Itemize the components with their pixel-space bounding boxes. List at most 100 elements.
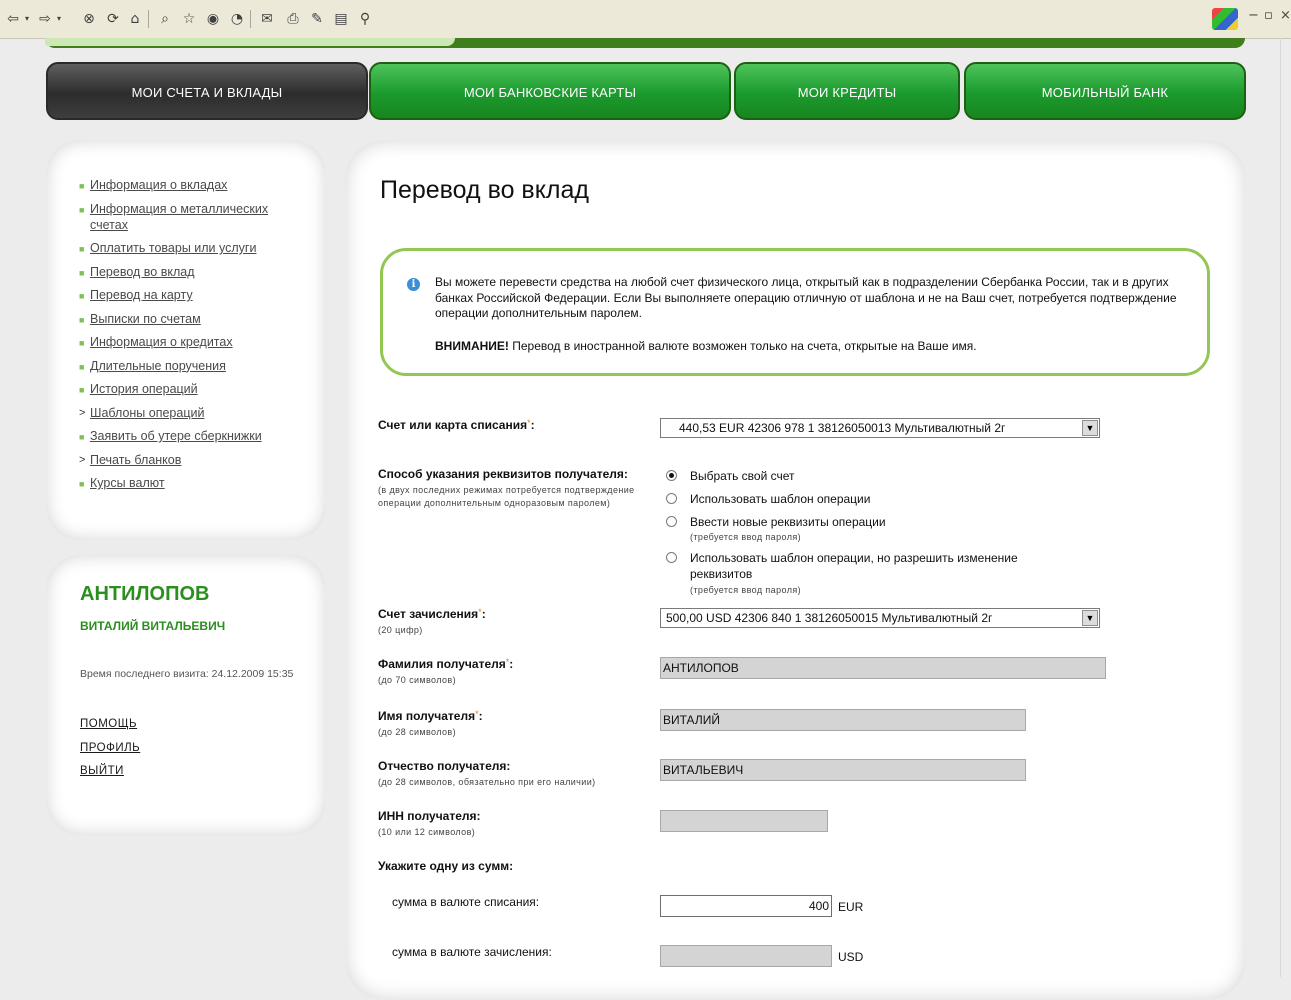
credit-account-select[interactable]: 500,00 USD 42306 840 1 38126050015 Мульт… <box>660 608 1100 628</box>
radio-hint: (требуется ввод пароля) <box>690 532 802 542</box>
windows-logo-icon <box>1212 8 1238 30</box>
sidebar-link[interactable]: Перевод на карту <box>90 288 193 302</box>
last-visit-time: Время последнего визита: 24.12.2009 15:3… <box>80 668 294 680</box>
sidebar-item-pay-goods[interactable]: ■ Оплатить товары или услуги <box>79 240 304 256</box>
recipient-name-hint: (до 28 символов) <box>378 727 457 737</box>
recipient-inn-label: ИНН получателя: <box>378 809 481 823</box>
credit-account-hint: (20 цифр) <box>378 625 423 635</box>
sidebar-item-statements[interactable]: ■ Выписки по счетам <box>79 311 304 327</box>
print-icon[interactable]: ⎙ <box>284 10 302 28</box>
radio-hint: (требуется ввод пароля) <box>690 585 802 595</box>
info-notice: i Вы можете перевести средства на любой … <box>380 248 1210 376</box>
research-icon[interactable]: ⚲ <box>356 10 374 28</box>
stop-icon[interactable]: ⊗ <box>80 10 98 28</box>
sum-debit-label: сумма в валюте списания: <box>392 895 540 909</box>
logout-link[interactable]: ВЫЙТИ <box>80 765 124 777</box>
refresh-icon[interactable]: ⟳ <box>104 10 122 28</box>
sidebar-link[interactable]: Выписки по счетам <box>90 312 201 326</box>
sidebar-link[interactable]: Курсы валют <box>90 476 165 490</box>
discuss-icon[interactable]: ▤ <box>332 10 350 28</box>
recipient-inn-hint: (10 или 12 символов) <box>378 827 476 837</box>
recipient-patronymic-field[interactable]: ВИТАЛЬЕВИЧ <box>660 759 1026 781</box>
info-text: Вы можете перевести средства на любой сч… <box>435 275 1177 320</box>
sidebar-item-credits-info[interactable]: ■ Информация о кредитах <box>79 334 304 350</box>
chevron-down-icon[interactable]: ▼ <box>1082 420 1098 436</box>
sidebar-item-deposits-info[interactable]: ■ Информация о вкладах <box>79 177 304 193</box>
sidebar-link[interactable]: Шаблоны операций <box>90 406 204 420</box>
sidebar-item-transfer-deposit[interactable]: ■ Перевод во вклад <box>79 264 304 280</box>
recipient-surname-field[interactable]: АНТИЛОПОВ <box>660 657 1106 679</box>
profile-link[interactable]: ПРОФИЛЬ <box>80 742 140 754</box>
debit-account-select[interactable]: 440,53 EUR 42306 978 1 38126050013 Мульт… <box>660 418 1100 438</box>
tab-accounts-deposits[interactable]: МОИ СЧЕТА И ВКЛАДЫ <box>46 62 368 120</box>
sidebar-item-exchange-rates[interactable]: ■ Курсы валют <box>79 475 304 491</box>
favorites-icon[interactable]: ☆ <box>180 10 198 28</box>
sidebar-link[interactable]: Оплатить товары или услуги <box>90 241 256 255</box>
recipient-name-label: Имя получателя*: <box>378 709 483 723</box>
recipient-patronymic-label: Отчество получателя: <box>378 759 511 773</box>
home-icon[interactable]: ⌂ <box>126 10 144 28</box>
user-panel: АНТИЛОПОВ ВИТАЛИЙ ВИТАЛЬЕВИЧ Время после… <box>46 555 326 835</box>
browser-toolbar: ⇦ ▾ ⇨ ▾ ⊗ ⟳ ⌂ ⌕ ☆ ◉ ◔ ✉ ⎙ ✎ ▤ ⚲ − ▫ × <box>0 0 1291 39</box>
mail-icon[interactable]: ✉ <box>258 10 276 28</box>
sidebar-menu-panel: ■ Информация о вкладах ■ Информация о мета… <box>46 140 326 540</box>
recipient-name-field[interactable]: ВИТАЛИЙ <box>660 709 1026 731</box>
tab-credits[interactable]: МОИ КРЕДИТЫ <box>734 62 960 120</box>
page-title: Перевод во вклад <box>380 176 589 204</box>
sum-credit-label: сумма в валюте зачисления: <box>392 945 552 959</box>
warning-text: ВНИМАНИЕ! Перевод в иностранной валюте в… <box>435 339 977 353</box>
sidebar-link[interactable]: Печать бланков <box>90 453 181 467</box>
radio-button[interactable] <box>666 516 677 527</box>
sidebar-menu: ■ Информация о вкладах ■ Информация о мета… <box>79 177 304 499</box>
sidebar-link[interactable]: Информация о кредитах <box>90 335 233 349</box>
radio-button[interactable] <box>666 493 677 504</box>
sidebar-item-transfer-card[interactable]: ■ Перевод на карту <box>79 287 304 303</box>
recipient-surname-hint: (до 70 символов) <box>378 675 457 685</box>
method-label: Способ указания реквизитов получателя: <box>378 467 628 481</box>
forward-dropdown-icon[interactable]: ▾ <box>54 10 64 28</box>
recipient-inn-field[interactable] <box>660 810 828 832</box>
sidebar-link[interactable]: Заявить об утере сберкнижки <box>90 429 262 443</box>
sidebar-link[interactable]: История операций <box>90 382 198 396</box>
media-icon[interactable]: ◉ <box>204 10 222 28</box>
sidebar-item-print-forms[interactable]: > Печать бланков <box>79 452 304 468</box>
minimize-icon[interactable]: − <box>1248 8 1259 23</box>
history-icon[interactable]: ◔ <box>228 10 246 28</box>
sum-credit-currency: USD <box>838 950 864 964</box>
sum-credit-input[interactable] <box>660 945 832 967</box>
radio-button[interactable] <box>666 552 677 563</box>
page-header-band <box>45 38 1245 48</box>
back-dropdown-icon[interactable]: ▾ <box>22 10 32 28</box>
user-first-middle-name: ВИТАЛИЙ ВИТАЛЬЕВИЧ <box>80 619 226 633</box>
recipient-patronymic-hint: (до 28 символов, обязательно при его нал… <box>378 777 596 787</box>
sidebar-link[interactable]: Информация о металлических счетах <box>90 202 268 232</box>
method-hint: (в двух последних режимах потребуется по… <box>378 485 635 508</box>
back-icon[interactable]: ⇦ <box>4 10 22 28</box>
tab-mobile-bank[interactable]: МОБИЛЬНЫЙ БАНК <box>964 62 1246 120</box>
close-icon[interactable]: × <box>1280 8 1291 23</box>
info-icon: i <box>407 278 420 291</box>
restore-icon[interactable]: ▫ <box>1264 8 1273 23</box>
recipient-surname-label: Фамилия получателя*: <box>378 657 514 671</box>
forward-icon[interactable]: ⇨ <box>36 10 54 28</box>
debit-account-label: Счет или карта списания*: <box>378 418 535 432</box>
search-icon[interactable]: ⌕ <box>156 10 174 28</box>
sidebar-link[interactable]: Перевод во вклад <box>90 265 195 279</box>
sidebar-link[interactable]: Информация о вкладах <box>90 178 227 192</box>
sum-debit-currency: EUR <box>838 900 864 914</box>
sidebar-item-templates[interactable]: > Шаблоны операций <box>79 405 304 421</box>
sidebar-item-lost-passbook[interactable]: ■ Заявить об утере сберкнижки <box>79 428 304 444</box>
radio-button[interactable] <box>666 470 677 481</box>
page-right-border <box>1280 38 1281 977</box>
chevron-down-icon[interactable]: ▼ <box>1082 610 1098 626</box>
tab-bank-cards[interactable]: МОИ БАНКОВСКИЕ КАРТЫ <box>369 62 731 120</box>
sum-header: Укажите одну из сумм: <box>378 859 514 873</box>
sum-debit-input[interactable]: 400 <box>660 895 832 917</box>
edit-icon[interactable]: ✎ <box>308 10 326 28</box>
sidebar-item-metal-accounts[interactable]: ■ Информация о металлических счетах <box>79 201 304 233</box>
sidebar-item-history[interactable]: ■ История операций <box>79 381 304 397</box>
sidebar-item-standing-orders[interactable]: ■ Длительные поручения <box>79 358 304 374</box>
credit-account-label: Счет зачисления*: <box>378 607 486 621</box>
sidebar-link[interactable]: Длительные поручения <box>90 359 226 373</box>
help-link[interactable]: ПОМОЩЬ <box>80 718 137 730</box>
